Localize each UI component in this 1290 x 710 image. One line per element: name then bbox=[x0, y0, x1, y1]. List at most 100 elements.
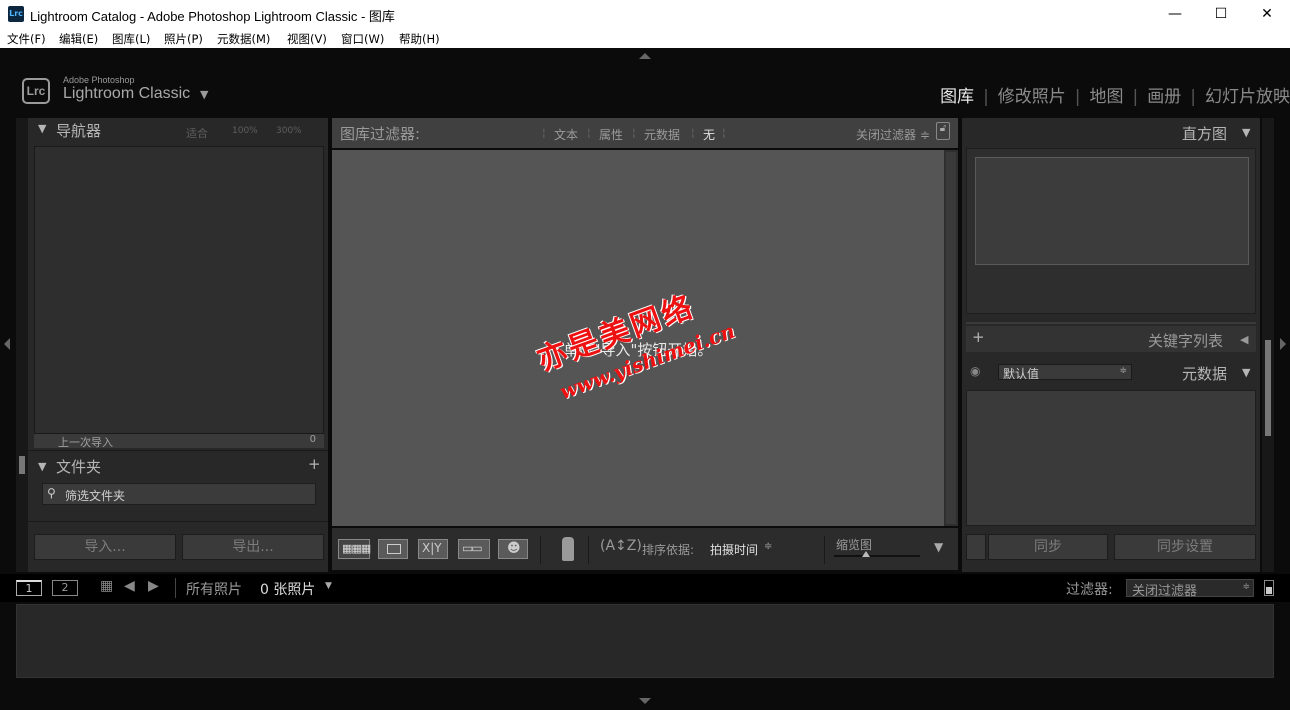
sort-select-arrow-icon[interactable]: ≑ bbox=[764, 541, 772, 552]
window-titlebar: Lrc Lightroom Catalog - Adobe Photoshop … bbox=[0, 0, 1290, 28]
menu-photo[interactable]: 照片(P) bbox=[164, 31, 203, 47]
grid-view[interactable]: 单击"导入"按钮开始。 bbox=[332, 150, 944, 526]
folder-filter-field[interactable]: ⚲ 筛选文件夹 bbox=[42, 483, 316, 505]
library-filter-bar: 图库过滤器: ¦ 文本 ¦ 属性 ¦ 元数据 ¦ 无 ¦ 关闭过滤器 ≑ 🔓︎ bbox=[332, 118, 958, 148]
add-keyword-icon[interactable]: + bbox=[972, 328, 985, 346]
filmstrip[interactable] bbox=[16, 604, 1274, 678]
right-panel-scrollbar[interactable] bbox=[1262, 118, 1274, 572]
grid-icon[interactable]: ▦ bbox=[100, 578, 113, 594]
filter-attribute[interactable]: 属性 bbox=[599, 126, 623, 143]
lightroom-app-icon: Lrc bbox=[8, 6, 24, 22]
metadata-title: 元数据 bbox=[1182, 365, 1228, 383]
folders-title: 文件夹 bbox=[56, 458, 102, 476]
menu-bar: 文件(F) 编辑(E) 图库(L) 照片(P) 元数据(M) 视图(V) 窗口(… bbox=[0, 28, 1290, 48]
add-folder-icon[interactable]: + bbox=[308, 455, 321, 473]
filter-separator: ¦ bbox=[691, 126, 695, 139]
menu-file[interactable]: 文件(F) bbox=[7, 31, 46, 47]
filmstrip-source[interactable]: 所有照片 bbox=[186, 579, 242, 599]
filter-metadata[interactable]: 元数据 bbox=[644, 126, 680, 143]
module-book[interactable]: 画册 bbox=[1147, 87, 1181, 107]
import-button[interactable]: 导入... bbox=[34, 534, 176, 560]
people-view-icon[interactable]: ☻ bbox=[498, 539, 528, 559]
left-panel-scrollbar[interactable] bbox=[16, 118, 28, 572]
module-library[interactable]: 图库 bbox=[940, 87, 974, 107]
back-arrow-icon[interactable]: ◀ bbox=[124, 578, 135, 594]
histogram-title: 直方图 bbox=[1182, 125, 1228, 143]
grid-scrollbar[interactable] bbox=[944, 150, 958, 526]
chevron-down-icon[interactable]: ▼ bbox=[200, 88, 208, 101]
secondary-window-button[interactable]: 2 bbox=[52, 580, 78, 596]
sync-toggle-icon[interactable] bbox=[966, 534, 986, 560]
lock-icon[interactable]: 🔓︎ bbox=[936, 122, 950, 140]
menu-window[interactable]: 窗口(W) bbox=[341, 31, 384, 47]
zoom-300[interactable]: 300% bbox=[276, 126, 302, 136]
menu-view[interactable]: 视图(V) bbox=[287, 31, 327, 47]
menu-help[interactable]: 帮助(H) bbox=[399, 31, 440, 47]
keyword-list-expand-icon[interactable]: ◀ bbox=[1240, 333, 1248, 346]
sort-select[interactable]: 拍摄时间 bbox=[710, 541, 758, 558]
navigator-collapse-icon[interactable]: ▼ bbox=[38, 122, 46, 135]
primary-window-button[interactable]: 1 bbox=[16, 580, 42, 596]
minimize-button[interactable]: — bbox=[1152, 0, 1198, 28]
close-button[interactable]: ✕ bbox=[1244, 0, 1290, 28]
eye-icon[interactable]: ◉ bbox=[970, 364, 980, 378]
toolbar-menu-icon[interactable]: ▼ bbox=[934, 540, 943, 554]
right-panel: 直方图 ▼ + 关键字列表 ◀ ◉ 默认值 ≑ 元数据 ▼ 同步 同步设置 bbox=[962, 118, 1260, 572]
metadata-header[interactable]: ◉ 默认值 ≑ 元数据 ▼ bbox=[966, 358, 1256, 388]
module-slideshow[interactable]: 幻灯片放映 bbox=[1205, 87, 1290, 107]
menu-metadata[interactable]: 元数据(M) bbox=[217, 31, 270, 47]
left-panel: ▼ 导航器 适合 100% 300% 上一次导入 0 ▼ 文件夹 + ⚲ 筛选文… bbox=[28, 118, 328, 572]
filmstrip-filter-select[interactable]: 关闭过滤器 ≑ bbox=[1126, 579, 1254, 599]
filter-text[interactable]: 文本 bbox=[554, 126, 578, 143]
sort-direction-icon[interactable]: (A↕Z) bbox=[600, 538, 642, 554]
import-prompt: 单击"导入"按钮开始。 bbox=[563, 341, 713, 359]
slider-handle[interactable] bbox=[862, 551, 870, 557]
filmstrip-photo-count: 0 张照片 bbox=[260, 582, 316, 598]
navigator-title: 导航器 bbox=[56, 122, 102, 140]
filter-none[interactable]: 无 bbox=[703, 126, 715, 143]
right-panel-toggle-icon[interactable] bbox=[1280, 338, 1286, 350]
filter-lock-icon[interactable] bbox=[1264, 580, 1274, 596]
histogram-graph[interactable] bbox=[975, 157, 1249, 265]
filter-preset-select[interactable]: 关闭过滤器 ≑ bbox=[856, 126, 930, 143]
module-separator: | bbox=[1190, 87, 1196, 107]
left-panel-toggle-icon[interactable] bbox=[4, 338, 10, 350]
menu-edit[interactable]: 编辑(E) bbox=[59, 31, 98, 47]
metadata-preset-select[interactable]: 默认值 ≑ bbox=[998, 364, 1132, 381]
last-import-label: 上一次导入 bbox=[58, 436, 113, 449]
export-button[interactable]: 导出... bbox=[182, 534, 324, 560]
histogram-collapse-icon[interactable]: ▼ bbox=[1242, 126, 1250, 139]
loupe-view-icon[interactable] bbox=[378, 539, 408, 559]
module-develop[interactable]: 修改照片 bbox=[998, 87, 1066, 107]
zoom-100[interactable]: 100% bbox=[232, 126, 258, 136]
sync-settings-button[interactable]: 同步设置 bbox=[1114, 534, 1256, 560]
keyword-list-header[interactable]: + 关键字列表 ◀ bbox=[966, 326, 1256, 352]
toolbar-divider bbox=[588, 536, 589, 564]
sync-button[interactable]: 同步 bbox=[988, 534, 1108, 560]
chevron-down-icon[interactable]: ▼ bbox=[325, 581, 332, 591]
folders-collapse-icon[interactable]: ▼ bbox=[38, 460, 46, 473]
navigator-preview[interactable] bbox=[34, 146, 324, 434]
compare-view-icon[interactable]: X|Y bbox=[418, 539, 448, 559]
filmstrip-filter-value: 关闭过滤器 bbox=[1132, 584, 1198, 599]
top-panel-toggle-icon[interactable] bbox=[639, 53, 651, 59]
scrollbar-thumb[interactable] bbox=[19, 456, 25, 474]
scrollbar-thumb[interactable] bbox=[1265, 340, 1271, 436]
select-arrow-icon: ≑ bbox=[1119, 366, 1127, 376]
module-separator: | bbox=[1132, 87, 1139, 107]
survey-view-icon[interactable]: ▭▭ bbox=[458, 539, 490, 559]
module-map[interactable]: 地图 bbox=[1090, 87, 1124, 107]
filter-separator: ¦ bbox=[632, 126, 636, 139]
metadata-collapse-icon[interactable]: ▼ bbox=[1242, 366, 1250, 379]
bottom-panel-toggle-icon[interactable] bbox=[639, 698, 651, 704]
painter-spray-can-icon[interactable] bbox=[562, 537, 574, 561]
catalog-row[interactable]: 上一次导入 0 bbox=[34, 434, 324, 449]
forward-arrow-icon[interactable]: ▶ bbox=[148, 578, 159, 594]
scrollbar-track[interactable] bbox=[946, 152, 956, 524]
menu-library[interactable]: 图库(L) bbox=[112, 31, 150, 47]
zoom-fit[interactable]: 适合 bbox=[186, 125, 208, 141]
maximize-button[interactable]: ☐ bbox=[1198, 0, 1244, 28]
grid-view-icon[interactable]: ▦▦▦ bbox=[338, 539, 371, 559]
panel-divider bbox=[966, 322, 1256, 324]
thumbnail-size-slider[interactable] bbox=[834, 551, 920, 557]
